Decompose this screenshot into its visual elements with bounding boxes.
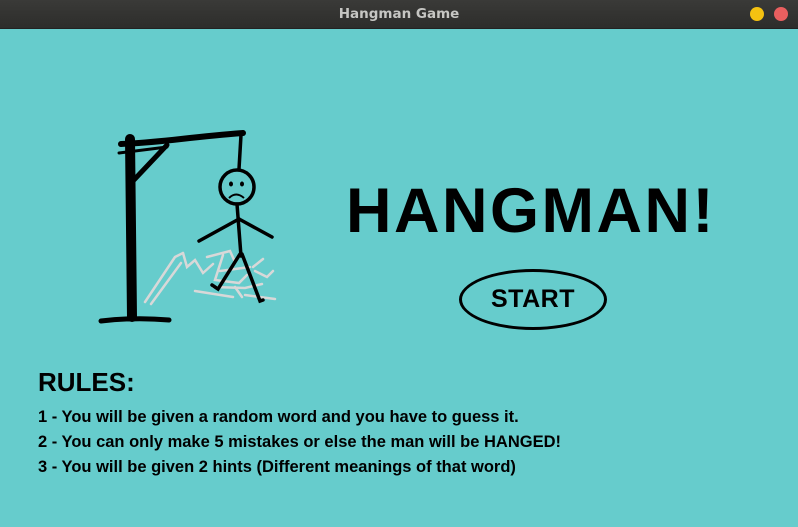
face-icon bbox=[229, 181, 244, 187]
close-icon[interactable] bbox=[774, 7, 788, 21]
rule-item: 3 - You will be given 2 hints (Different… bbox=[38, 458, 516, 476]
hangman-gallows-icon bbox=[98, 130, 277, 324]
rule-item: 2 - You can only make 5 mistakes or else… bbox=[38, 433, 561, 451]
frown-icon bbox=[228, 193, 245, 199]
title-bar[interactable]: Hangman Game bbox=[0, 0, 798, 29]
start-button-label: START bbox=[491, 285, 575, 313]
rules-heading: RULES: bbox=[38, 367, 135, 397]
game-canvas: HANGMAN! START RULES: 1 - You will be gi… bbox=[0, 29, 798, 527]
broken-chair-icon bbox=[143, 249, 277, 306]
start-button[interactable]: START bbox=[459, 269, 607, 330]
rule-item: 1 - You will be given a random word and … bbox=[38, 408, 519, 426]
rules-list: 1 - You will be given a random word and … bbox=[38, 407, 758, 482]
minimize-icon[interactable] bbox=[750, 7, 764, 21]
window-title: Hangman Game bbox=[338, 6, 460, 22]
app-window: Hangman Game HANGMAN! START RULES: 1 - Y… bbox=[0, 0, 798, 527]
game-title: HANGMAN! bbox=[346, 176, 716, 246]
